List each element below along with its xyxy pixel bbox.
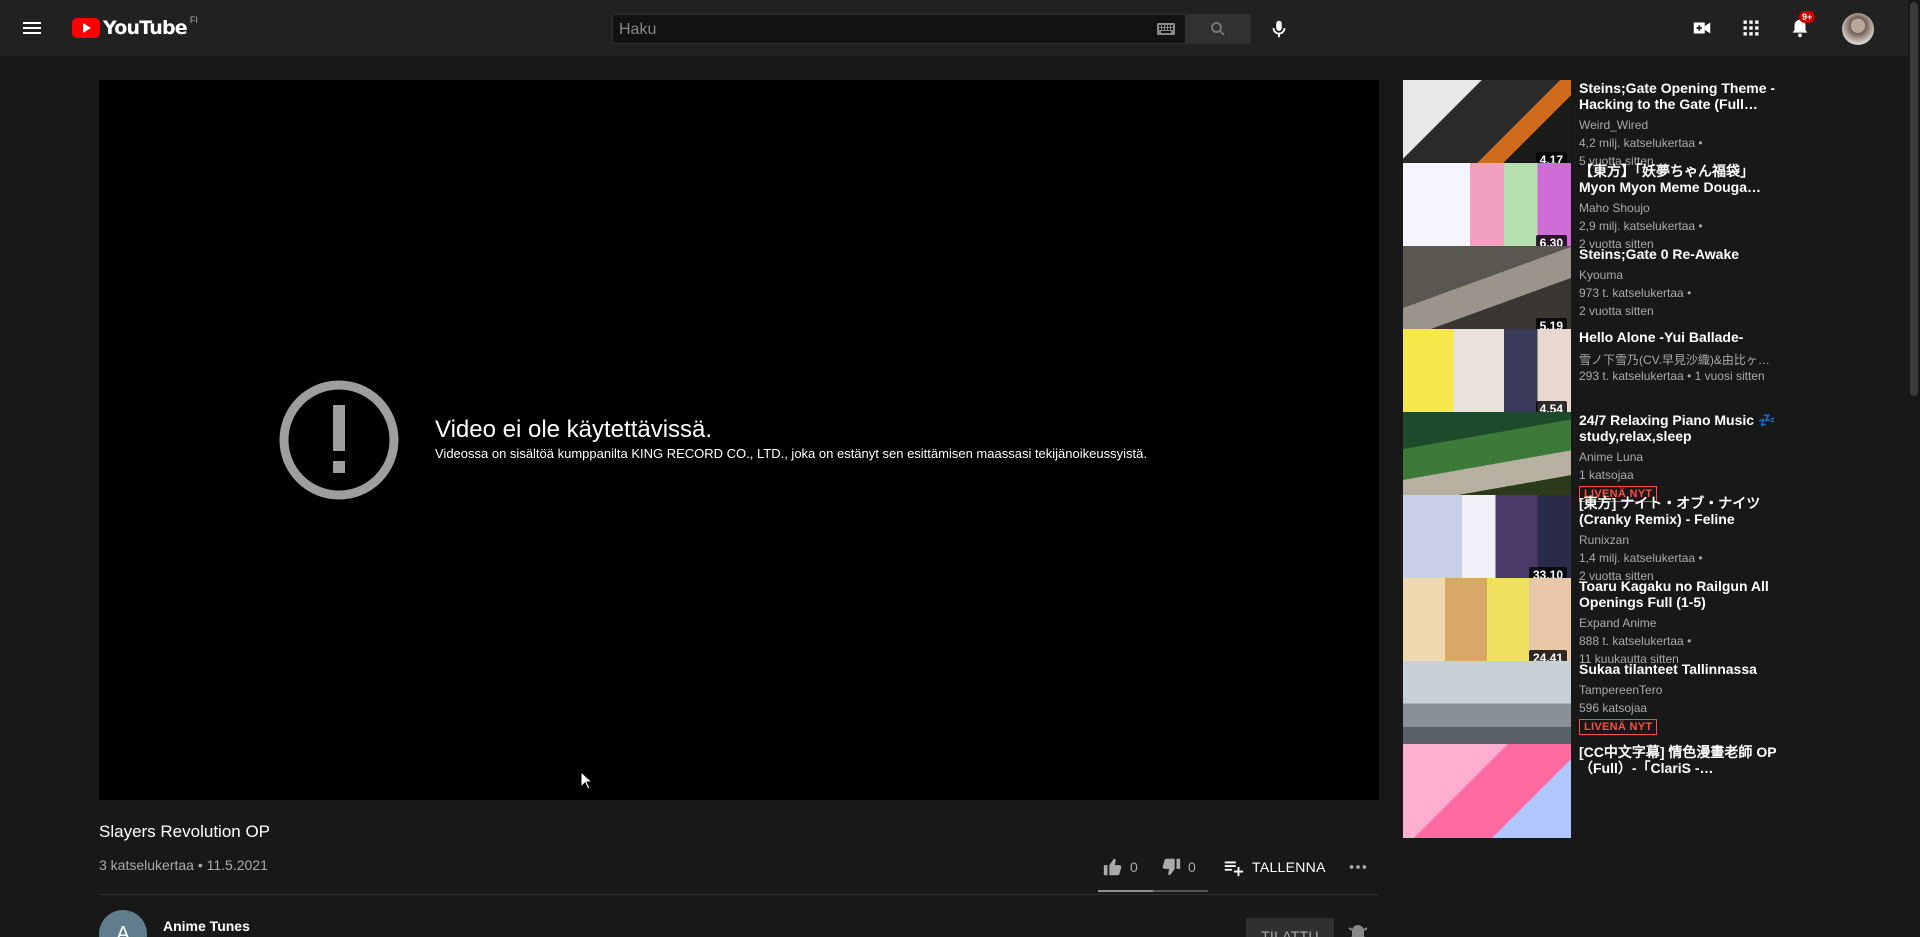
youtube-logo[interactable]: YouTube FI — [72, 15, 198, 39]
video-player[interactable]: Video ei ole käytettävissä. Videossa on … — [99, 80, 1379, 800]
video-thumbnail[interactable]: 4.17 — [1403, 80, 1571, 174]
live-badge: LIVENÄ NYT — [1579, 719, 1658, 735]
sentiment-bar — [1098, 890, 1208, 892]
scrollbar-thumb[interactable] — [1910, 2, 1918, 396]
video-view-date: 3 katselukertaa • 11.5.2021 — [99, 857, 268, 873]
thumbs-up-icon — [1103, 858, 1122, 876]
related-video-metadata: 888 t. katselukertaa • — [1579, 634, 1692, 648]
logo-region: FI — [189, 15, 198, 25]
related-video-item[interactable]: 33.10 [東方] ナイト・オブ・ナイツ (Cranky Remix) - Fe… — [1403, 495, 1783, 589]
related-video-title[interactable]: 24/7 Relaxing Piano Music 💤 study,relax,… — [1579, 412, 1779, 444]
related-video-metadata: 2,9 milj. katselukertaa • — [1579, 219, 1703, 233]
save-label: TALLENNA — [1252, 859, 1326, 875]
more-horizontal-icon — [1349, 865, 1367, 869]
dislike-button[interactable]: 0 — [1160, 852, 1196, 882]
related-video-title[interactable]: Hello Alone -Yui Ballade- — [1579, 329, 1779, 345]
related-video-title[interactable]: Toaru Kagaku no Railgun All Openings Ful… — [1579, 578, 1779, 610]
like-count: 0 — [1130, 859, 1138, 875]
account-avatar[interactable] — [1842, 13, 1874, 45]
related-video-title[interactable]: Steins;Gate 0 Re-Awake — [1579, 246, 1779, 262]
related-video-channel[interactable]: Anime Luna — [1579, 450, 1779, 464]
search-icon — [1211, 22, 1225, 36]
exclamation-circle-icon — [279, 380, 399, 500]
keyboard-icon[interactable] — [1157, 23, 1175, 35]
video-thumbnail[interactable]: 24.41 — [1403, 578, 1571, 672]
like-button[interactable]: 0 — [1102, 852, 1138, 882]
related-video-item[interactable]: [CC中文字幕] 情色漫畫老師 OP （Full）-「ClariS -… — [1403, 744, 1783, 838]
notification-bell-icon[interactable] — [1346, 922, 1370, 937]
error-title: Video ei ole käytettävissä. — [435, 416, 713, 443]
playlist-add-icon — [1224, 861, 1244, 877]
video-thumbnail[interactable]: 4.54 — [1403, 329, 1571, 423]
related-video-channel[interactable]: Expand Anime — [1579, 616, 1779, 630]
page-scrollbar[interactable] — [1908, 0, 1920, 937]
related-video-age: 2 vuotta sitten — [1579, 304, 1654, 318]
apps-button[interactable] — [1737, 14, 1765, 42]
related-video-channel[interactable]: Runixzan — [1579, 533, 1779, 547]
video-camera-plus-icon — [1693, 22, 1711, 34]
related-video-channel[interactable]: TampereenTero — [1579, 683, 1779, 697]
masthead: YouTube FI 9+ — [0, 0, 1908, 56]
search-button[interactable] — [1186, 14, 1251, 44]
apps-grid-icon — [1743, 20, 1759, 36]
related-video-metadata: 973 t. katselukertaa • — [1579, 286, 1692, 300]
logo-text: YouTube — [103, 17, 188, 39]
search-input[interactable] — [619, 17, 1129, 43]
more-actions-button[interactable] — [1347, 852, 1369, 882]
save-button[interactable]: TALLENNA — [1222, 852, 1326, 882]
subscribe-button[interactable]: TILATTU — [1246, 918, 1334, 937]
guide-menu-button[interactable] — [20, 16, 44, 40]
related-video-metadata: 4,2 milj. katselukertaa • — [1579, 136, 1703, 150]
sentiment-bar-fill — [1098, 890, 1153, 892]
thumbs-down-icon — [1162, 858, 1181, 876]
related-video-item[interactable]: 6.30 【東方】「妖夢ちゃん福袋」Myon Myon Meme Douga… Ma… — [1403, 163, 1783, 257]
voice-search-button[interactable] — [1264, 14, 1294, 44]
related-video-channel[interactable]: Kyouma — [1579, 268, 1779, 282]
related-video-item[interactable]: 24.41 Toaru Kagaku no Railgun All Opening… — [1403, 578, 1783, 672]
related-video-metadata: 293 t. katselukertaa • 1 vuosi sitten — [1579, 369, 1765, 383]
related-video-title[interactable]: Sukaa tilanteet Tallinnassa — [1579, 661, 1779, 677]
related-video-item[interactable]: 5.19 Steins;Gate 0 Re-Awake Kyouma 973 t. k… — [1403, 246, 1783, 340]
notification-count-badge: 9+ — [1799, 11, 1816, 23]
related-video-metadata: 1 katsojaa — [1579, 468, 1634, 482]
error-message: Videossa on sisältöä kumppanilta KING RE… — [435, 446, 1147, 461]
related-video-metadata: 1,4 milj. katselukertaa • — [1579, 551, 1703, 565]
related-video-item[interactable]: 4.17 Steins;Gate Opening Theme - Hacking … — [1403, 80, 1783, 174]
microphone-icon — [1272, 20, 1286, 38]
search-box — [612, 14, 1186, 44]
video-thumbnail[interactable]: 6.30 — [1403, 163, 1571, 257]
related-video-title[interactable]: [CC中文字幕] 情色漫畫老師 OP （Full）-「ClariS -… — [1579, 744, 1779, 776]
video-thumbnail[interactable] — [1403, 744, 1571, 838]
related-video-channel[interactable]: Maho Shoujo — [1579, 201, 1779, 215]
hamburger-icon — [23, 22, 41, 34]
divider — [99, 894, 1379, 895]
related-video-title[interactable]: Steins;Gate Opening Theme - Hacking to t… — [1579, 80, 1779, 112]
notifications-button[interactable]: 9+ — [1786, 11, 1816, 42]
video-thumbnail[interactable]: 5.19 — [1403, 246, 1571, 340]
video-title: Slayers Revolution OP — [99, 822, 271, 841]
video-thumbnail[interactable]: 33.10 — [1403, 495, 1571, 589]
related-video-channel[interactable]: Weird_Wired — [1579, 118, 1779, 132]
channel-name[interactable]: Anime Tunes — [163, 918, 250, 934]
related-video-title[interactable]: [東方] ナイト・オブ・ナイツ (Cranky Remix) - Feline … — [1579, 495, 1779, 527]
mouse-cursor-icon — [581, 772, 593, 790]
youtube-play-icon — [72, 18, 100, 38]
related-video-item[interactable]: 4.54 Hello Alone -Yui Ballade- 雪ノ下雪乃(CV.早見… — [1403, 329, 1783, 423]
create-button[interactable] — [1688, 14, 1716, 42]
related-video-channel[interactable]: 雪ノ下雪乃(CV.早見沙織)&由比ヶ… — [1579, 351, 1779, 368]
video-thumbnail[interactable] — [1403, 412, 1571, 506]
related-video-metadata: 596 katsojaa — [1579, 701, 1648, 715]
related-video-item[interactable]: 24/7 Relaxing Piano Music 💤 study,relax,… — [1403, 412, 1783, 506]
channel-avatar[interactable]: A — [99, 910, 147, 937]
video-thumbnail[interactable] — [1403, 661, 1571, 755]
related-video-title[interactable]: 【東方】「妖夢ちゃん福袋」Myon Myon Meme Douga… — [1579, 163, 1779, 195]
dislike-count: 0 — [1188, 859, 1196, 875]
related-video-item[interactable]: Sukaa tilanteet Tallinnassa TampereenTero… — [1403, 661, 1783, 755]
